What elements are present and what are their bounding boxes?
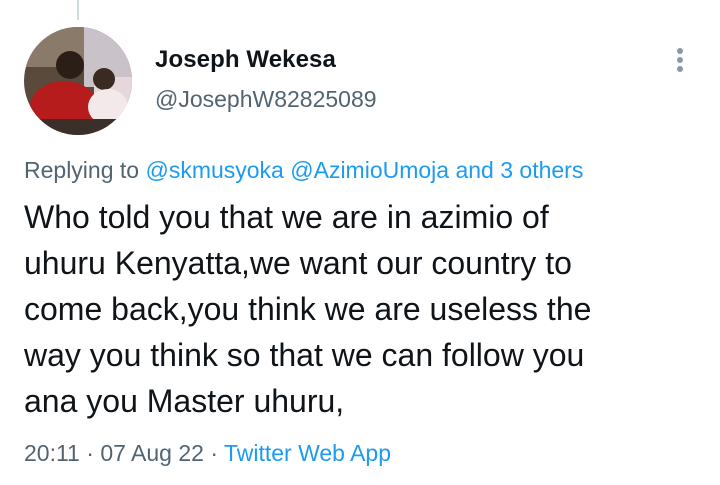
author-display-name[interactable]: Joseph Wekesa [155,46,336,74]
tweet-text-line: come back,you think we are useless the [24,291,592,327]
author-handle[interactable]: @JosephW82825089 [155,86,377,113]
tweet-text-line: ana you Master uhuru, [24,383,345,419]
tweet-source-link[interactable]: Twitter Web App [224,440,391,466]
avatar-photo-icon [24,27,132,135]
meta-separator: · [210,440,218,466]
tweet-time[interactable]: 20:11 [24,440,80,466]
mention-others-link[interactable]: 3 others [500,157,583,183]
replying-to-label: Replying to [24,157,140,183]
thread-connector-line [77,0,79,20]
tweet-metadata: 20:11 · 07 Aug 22 · Twitter Web App [24,440,391,467]
more-options-icon[interactable] [666,40,694,80]
mention-link-azimioumoja[interactable]: @AzimioUmoja [290,157,449,183]
tweet-text-line: Who told you that we are in azimio of [24,199,549,235]
mention-link-skmusyoka[interactable]: @skmusyoka [145,157,283,183]
tweet-text-line: way you think so that we can follow you [24,337,585,373]
tweet-body: Who told you that we are in azimio of uh… [24,194,704,424]
replying-to-line: Replying to @skmusyoka @AzimioUmoja and … [24,157,583,184]
tweet-text-line: uhuru Kenyatta,we want our country to [24,245,572,281]
meta-separator: · [86,440,94,466]
replying-and-label[interactable]: and [455,157,493,183]
tweet-date[interactable]: 07 Aug 22 [100,440,204,466]
author-avatar[interactable] [24,27,132,135]
